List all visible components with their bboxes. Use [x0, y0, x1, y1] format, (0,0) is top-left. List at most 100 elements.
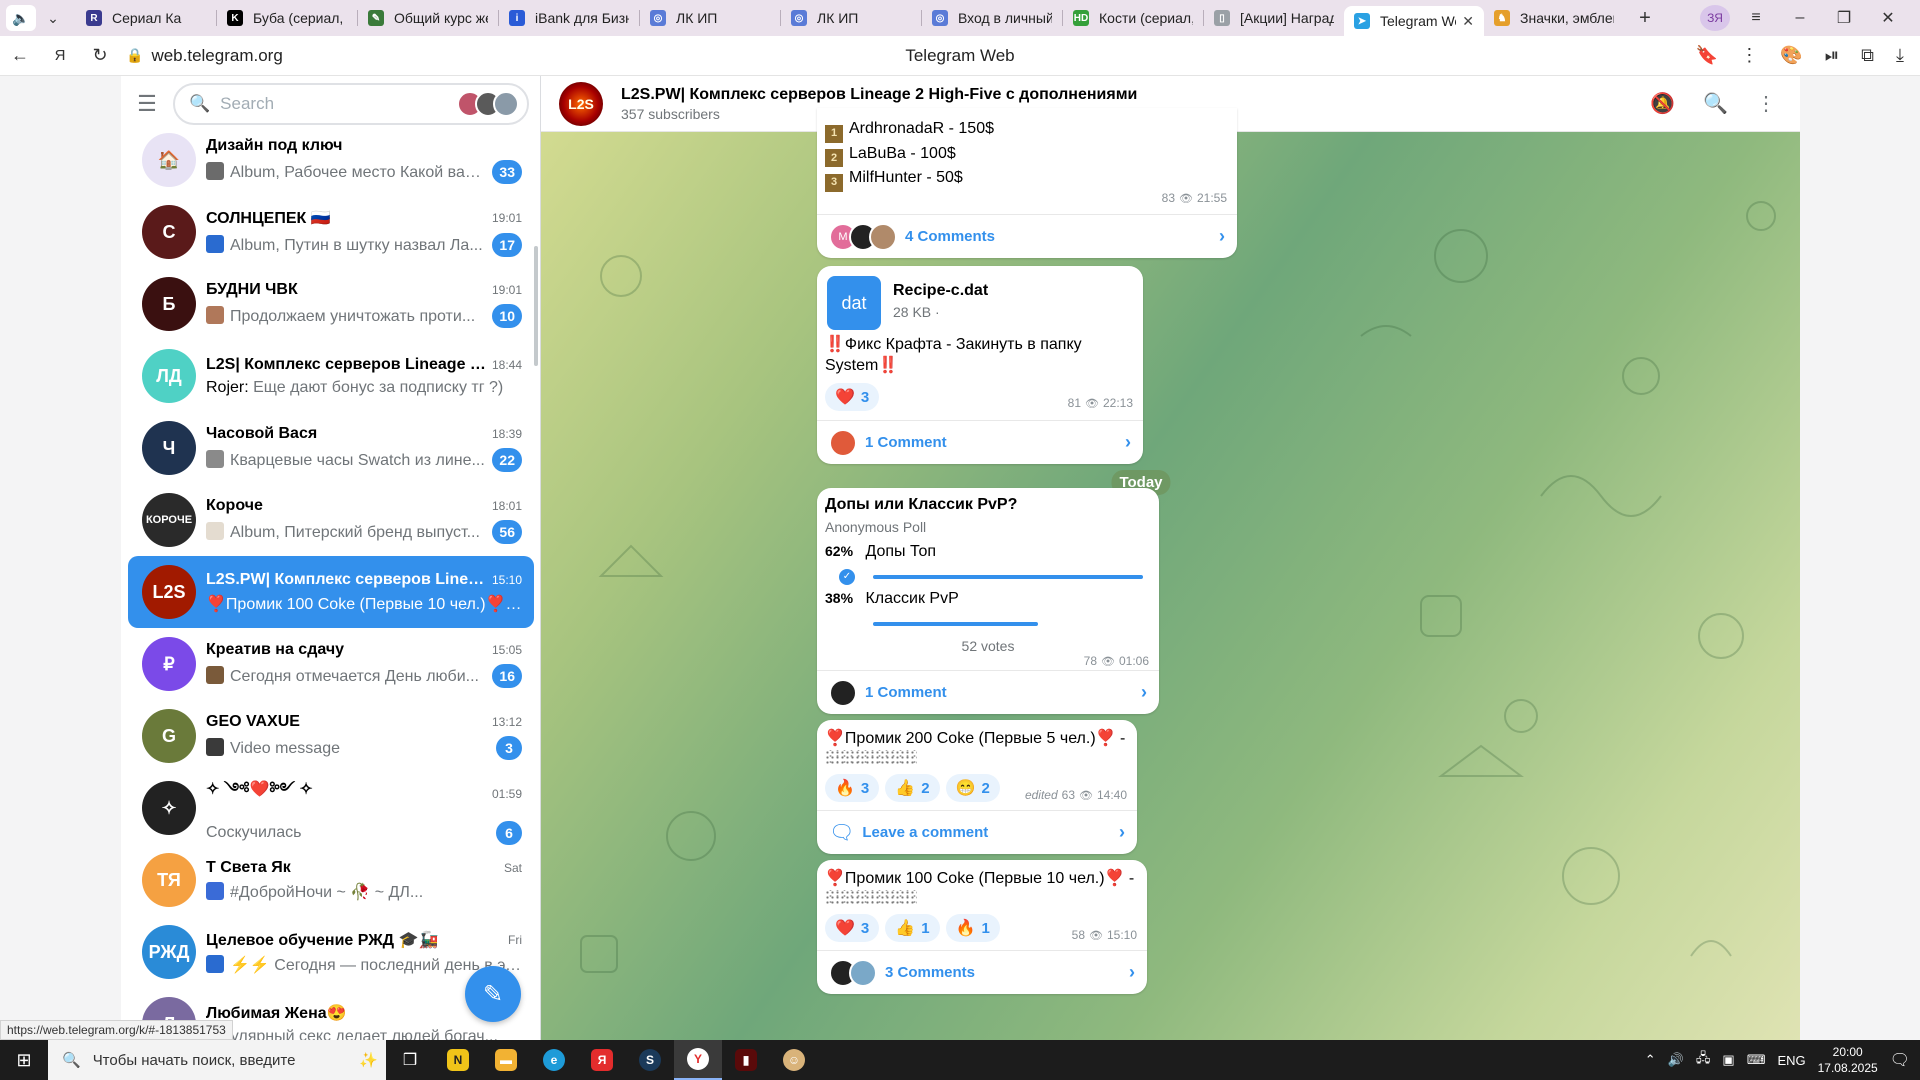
minimize-button[interactable]: – [1782, 9, 1818, 27]
notifications-icon[interactable]: 🗨 [1890, 1050, 1910, 1070]
tab-strip: R Сериал Ка K Буба (сериал, в ✎ Общий курс же… [76, 0, 1624, 36]
chat-list-item[interactable]: G GEO VAXUE 13:12 Video message 3 [128, 700, 534, 772]
chat-preview-text: Video message [230, 739, 340, 757]
chevron-down-icon[interactable]: ⌄ [38, 5, 68, 31]
poll-option[interactable]: 62% Допы Топ ✓ [825, 543, 1145, 585]
comments-button[interactable]: 1 Comment › [817, 420, 1143, 464]
menu-icon[interactable]: ≡ [1738, 9, 1774, 27]
chat-list-item[interactable]: ТЯ Т Света Як Sat #ДобройНочи ~ 🥀 ~ ДЛ... [128, 844, 534, 916]
collections-icon[interactable]: ⧉ [1861, 45, 1874, 66]
chat-list-item[interactable]: С СОЛНЦЕПЕК 🇷🇺 19:01 Album, Путин в шутку н… [128, 196, 534, 268]
profile-icon[interactable]: ЗЯ [1700, 5, 1730, 31]
browser-tab[interactable]: ◎ ЛК ИП [640, 3, 780, 33]
file-icon[interactable]: dat [827, 276, 881, 330]
reaction-count: 3 [860, 388, 870, 406]
notification-area-icon[interactable]: ▣ [1722, 1052, 1734, 1068]
more-vertical-icon[interactable]: ⋮ [1740, 45, 1758, 66]
chat-list-item[interactable]: КОРОЧЕ Короче 18:01 Album, Питерский бренд … [128, 484, 534, 556]
restore-button[interactable]: ❐ [1826, 8, 1862, 28]
reload-icon[interactable]: ↻ [80, 45, 120, 66]
more-vertical-icon[interactable]: ⋮ [1756, 91, 1776, 116]
channel-avatar[interactable]: L2S [559, 81, 603, 126]
chat-list-item[interactable]: L2S L2S.PW| Комплекс серверов Lineag... 15… [128, 556, 534, 628]
steam-icon[interactable]: S [626, 1040, 674, 1080]
media-icon[interactable]: ⏯ [1825, 45, 1839, 66]
spoiler[interactable] [825, 750, 917, 766]
tab-title: Значки, эмблем [1520, 10, 1614, 26]
browser-tab[interactable]: ▯ [Акции] Наград [1204, 3, 1344, 33]
message-text: ‼️Фикс Крафта - Закинуть в папку System‼… [825, 336, 1082, 374]
chat-list-item[interactable]: 🏠 Дизайн под ключ Album, Рабочее место Как… [128, 124, 534, 196]
comments-button[interactable]: M 4 Comments › [817, 214, 1237, 258]
chat-preview-text: Сегодня отмечается День люби... [230, 667, 479, 685]
stories-avatars[interactable] [457, 91, 519, 117]
url-field[interactable]: 🔒 web.telegram.org [126, 46, 283, 66]
app-icon-red[interactable]: ▮ [722, 1040, 770, 1080]
search-input[interactable]: 🔍 Search [173, 83, 529, 125]
windows-start-icon[interactable]: ⊞ [0, 1050, 48, 1071]
comments-button[interactable]: 1 Comment › [817, 670, 1159, 714]
chat-list-item[interactable]: ✧ ✧ ༺❤️༻ ✧ 01:59 Соскучилась 6 [128, 772, 534, 845]
task-view-icon[interactable]: ❒ [386, 1040, 434, 1080]
reaction-emoji: 👍 [895, 780, 916, 797]
browser-tab[interactable]: K Буба (сериал, в [217, 3, 357, 33]
taskbar-search-placeholder: Чтобы начать поиск, введите [92, 1051, 296, 1069]
search-icon[interactable]: 🔍 [1703, 91, 1728, 116]
yandex-icon[interactable]: Я [40, 47, 80, 64]
comments-button[interactable]: 3 Comments › [817, 950, 1147, 994]
speaker-icon[interactable]: 🔈 [6, 5, 36, 31]
app-icon-avatar[interactable]: ☺ [770, 1040, 818, 1080]
close-window-button[interactable]: ✕ [1870, 8, 1906, 28]
yandex-icon[interactable]: Я [578, 1040, 626, 1080]
reaction-chip[interactable]: 😁 2 [945, 774, 1000, 802]
browser-tab[interactable]: ◎ Вход в личный [922, 3, 1062, 33]
mute-bell-icon[interactable]: 🔕 [1650, 91, 1675, 116]
reaction-chip[interactable]: 👍 1 [885, 914, 940, 942]
extension-icon[interactable]: 🎨 [1780, 45, 1802, 66]
new-tab-button[interactable]: + [1630, 5, 1660, 31]
clock[interactable]: 20:00 17.08.2025 [1818, 1044, 1878, 1076]
reaction-chip[interactable]: 👍 2 [885, 774, 940, 802]
reaction-chip[interactable]: 🔥 1 [945, 914, 1000, 942]
back-arrow-icon[interactable]: ← [0, 45, 40, 66]
app-icon-bolt[interactable]: N [434, 1040, 482, 1080]
network-icon[interactable]: 🖧 [1696, 1049, 1711, 1071]
language-indicator[interactable]: ENG [1777, 1053, 1805, 1068]
chat-list-item[interactable]: ЛД L2S| Комплекс серверов Lineage 2 ... 18… [128, 340, 534, 412]
browser-tab[interactable]: R Сериал Ка [76, 3, 216, 33]
browser-tab[interactable]: i iBank для Бизне [499, 3, 639, 33]
reaction-chip[interactable]: 🔥 3 [825, 774, 880, 802]
taskbar-search-input[interactable]: 🔍 Чтобы начать поиск, введите ✨ [48, 1040, 386, 1080]
reaction-count: 2 [921, 779, 930, 797]
spoiler[interactable] [825, 890, 917, 906]
chevron-up-icon[interactable]: ⌃ [1645, 1052, 1656, 1068]
menu-burger-icon[interactable]: ☰ [135, 91, 159, 117]
downloads-icon[interactable]: ⤓ [1896, 45, 1904, 66]
reaction-chip[interactable]: ❤️ 3 [825, 383, 880, 411]
volume-icon[interactable]: 🔊 [1668, 1052, 1684, 1068]
poll-option[interactable]: 38% Классик PvP [825, 590, 1145, 626]
rank-badge: 1 [825, 124, 843, 143]
chat-list-item[interactable]: Ч Часовой Вася 18:39 Кварцевые часы Swatch … [128, 412, 534, 484]
file-explorer-icon[interactable]: ▬ [482, 1040, 530, 1080]
file-name[interactable]: Recipe-c.dat [893, 282, 988, 300]
comments-button[interactable]: 🗨 Leave a comment › [817, 810, 1137, 854]
browser-tab[interactable]: ◎ ЛК ИП [781, 3, 921, 33]
reaction-chip[interactable]: ❤️ 3 [825, 914, 880, 942]
sidebar-scrollbar[interactable] [534, 246, 538, 366]
chat-list-item[interactable]: ₽ Креатив на сдачу 15:05 Сегодня отмечается… [128, 628, 534, 700]
compose-button[interactable]: ✎ [465, 966, 521, 1022]
edge-icon[interactable]: e [530, 1040, 578, 1080]
browser-tab[interactable]: ✎ Общий курс же [358, 3, 498, 33]
yandex-browser-icon[interactable]: Y [674, 1040, 722, 1080]
chat-avatar: 🏠 [142, 133, 196, 187]
close-tab-icon[interactable]: ✕ [1462, 13, 1474, 30]
bookmark-icon[interactable]: 🔖 [1696, 45, 1718, 66]
chat-list-item[interactable]: Б БУДНИ ЧВК 19:01 Продолжаем уничтожать про… [128, 268, 534, 340]
reaction-count: 2 [981, 779, 990, 797]
browser-tab[interactable]: ♞ Значки, эмблем [1484, 3, 1624, 33]
keyboard-icon[interactable]: ⌨ [1747, 1052, 1766, 1068]
browser-tab[interactable]: ➤ Telegram We ✕ [1344, 6, 1484, 36]
browser-tab[interactable]: HD Кости (сериал, [1063, 3, 1203, 33]
eye-icon: 👁 [1179, 192, 1193, 205]
